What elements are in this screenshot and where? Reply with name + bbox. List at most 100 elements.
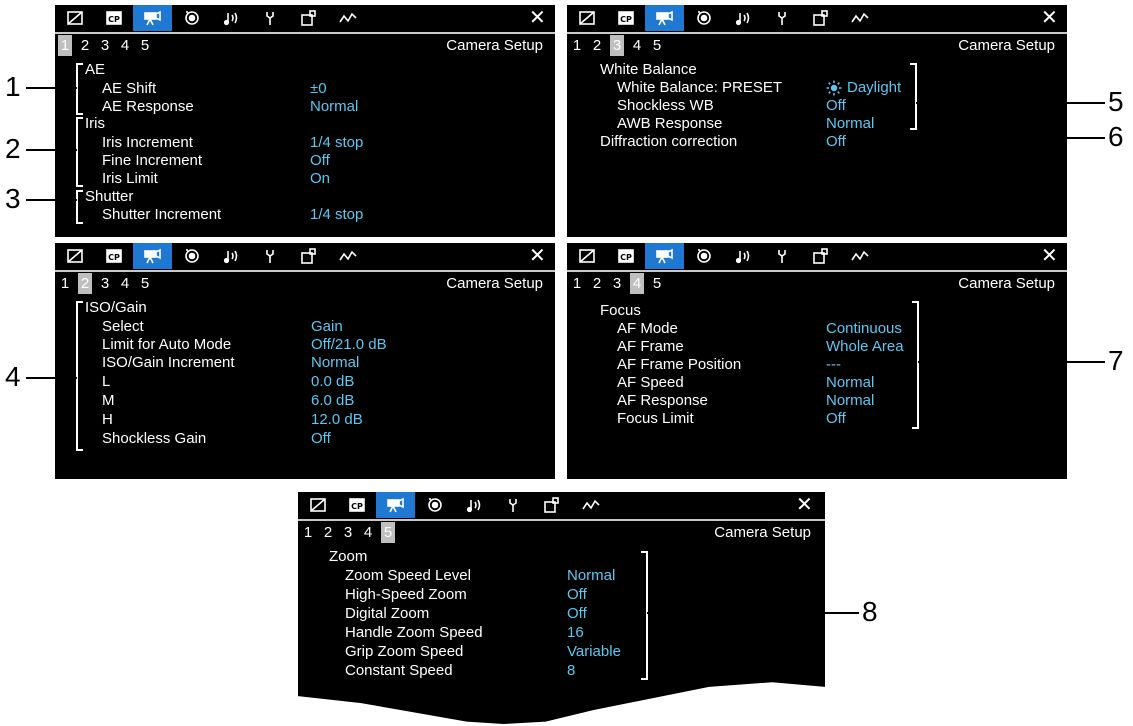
tab-network[interactable] xyxy=(840,5,879,31)
page-number-2[interactable]: 2 xyxy=(321,522,335,543)
setting-value[interactable]: Normal xyxy=(826,114,874,133)
tab-network[interactable] xyxy=(840,243,879,269)
page-number-5[interactable]: 5 xyxy=(650,273,664,294)
tab-assignable[interactable] xyxy=(289,243,328,269)
setting-label[interactable]: Fine Increment xyxy=(102,151,202,170)
setting-value[interactable]: Gain xyxy=(311,317,343,336)
tab-network[interactable] xyxy=(328,243,367,269)
setting-label[interactable]: H xyxy=(102,410,113,429)
tab-recording[interactable] xyxy=(172,5,211,31)
setting-label[interactable]: Diffraction correction xyxy=(600,132,737,151)
setting-label[interactable]: AE Response xyxy=(102,97,194,116)
page-number-3[interactable]: 3 xyxy=(610,35,624,56)
page-number-4[interactable]: 4 xyxy=(630,273,644,294)
tab-status[interactable] xyxy=(298,492,337,518)
setting-value[interactable]: 6.0 dB xyxy=(311,391,354,410)
close-icon[interactable]: ✕ xyxy=(529,7,546,29)
setting-label[interactable]: Shutter Increment xyxy=(102,205,221,224)
page-number-4[interactable]: 4 xyxy=(361,522,375,543)
tab-assignable[interactable] xyxy=(289,5,328,31)
close-icon[interactable]: ✕ xyxy=(796,494,813,516)
page-number-2[interactable]: 2 xyxy=(78,273,92,294)
setting-label[interactable]: Grip Zoom Speed xyxy=(345,642,463,661)
page-number-3[interactable]: 3 xyxy=(610,273,624,294)
setting-label[interactable]: Zoom Speed Level xyxy=(345,566,471,585)
setting-label[interactable]: M xyxy=(102,391,115,410)
setting-value[interactable]: 16 xyxy=(567,623,584,642)
setting-label[interactable]: Iris Limit xyxy=(102,169,158,188)
close-icon[interactable]: ✕ xyxy=(1041,245,1058,267)
page-number-5[interactable]: 5 xyxy=(381,522,395,543)
page-number-4[interactable]: 4 xyxy=(118,35,132,56)
tab-audio[interactable] xyxy=(211,243,250,269)
page-number-4[interactable]: 4 xyxy=(630,35,644,56)
tab-maintenance[interactable] xyxy=(250,5,289,31)
setting-label[interactable]: AF Frame Position xyxy=(617,355,741,374)
page-number-2[interactable]: 2 xyxy=(78,35,92,56)
tab-custom-picture[interactable]: CP xyxy=(94,243,133,269)
page-number-1[interactable]: 1 xyxy=(570,35,584,56)
page-number-5[interactable]: 5 xyxy=(650,35,664,56)
setting-value[interactable]: --- xyxy=(826,355,841,374)
tab-custom-picture[interactable]: CP xyxy=(94,5,133,31)
tab-network[interactable] xyxy=(571,492,610,518)
setting-label[interactable]: AF Response xyxy=(617,391,708,410)
page-number-1[interactable]: 1 xyxy=(570,273,584,294)
setting-value[interactable]: 1/4 stop xyxy=(310,133,363,152)
setting-value[interactable]: Off xyxy=(310,151,330,170)
setting-label[interactable]: AWB Response xyxy=(617,114,722,133)
setting-value[interactable]: Daylight xyxy=(847,78,901,97)
setting-value[interactable]: 1/4 stop xyxy=(310,205,363,224)
setting-label[interactable]: ISO/Gain Increment xyxy=(102,353,235,372)
tab-maintenance[interactable] xyxy=(762,243,801,269)
setting-label[interactable]: Digital Zoom xyxy=(345,604,429,623)
tab-assignable[interactable] xyxy=(801,5,840,31)
setting-label[interactable]: AE Shift xyxy=(102,79,156,98)
tab-camera[interactable] xyxy=(133,5,172,31)
close-icon[interactable]: ✕ xyxy=(529,245,546,267)
setting-value[interactable]: Off xyxy=(826,409,846,428)
setting-label[interactable]: Shockless Gain xyxy=(102,429,206,448)
page-number-2[interactable]: 2 xyxy=(590,35,604,56)
setting-value[interactable]: 8 xyxy=(567,661,575,680)
tab-maintenance[interactable] xyxy=(250,243,289,269)
setting-label[interactable]: L xyxy=(102,372,110,391)
tab-audio[interactable] xyxy=(211,5,250,31)
tab-camera[interactable] xyxy=(133,243,172,269)
setting-value[interactable]: Normal xyxy=(826,373,874,392)
close-icon[interactable]: ✕ xyxy=(1041,7,1058,29)
tab-audio[interactable] xyxy=(723,5,762,31)
tab-network[interactable] xyxy=(328,5,367,31)
setting-value[interactable]: Off xyxy=(826,96,846,115)
page-number-5[interactable]: 5 xyxy=(138,35,152,56)
setting-value[interactable]: On xyxy=(310,169,330,188)
setting-label[interactable]: Shockless WB xyxy=(617,96,714,115)
setting-value[interactable]: Variable xyxy=(567,642,621,661)
tab-custom-picture[interactable]: CP xyxy=(606,243,645,269)
tab-status[interactable] xyxy=(567,5,606,31)
page-number-3[interactable]: 3 xyxy=(98,273,112,294)
tab-recording[interactable] xyxy=(415,492,454,518)
tab-status[interactable] xyxy=(55,5,94,31)
setting-value[interactable]: Off xyxy=(826,132,846,151)
setting-label[interactable]: Select xyxy=(102,317,144,336)
setting-label[interactable]: AF Frame xyxy=(617,337,684,356)
setting-label[interactable]: White Balance: PRESET xyxy=(617,78,782,97)
tab-maintenance[interactable] xyxy=(762,5,801,31)
setting-value[interactable]: Normal xyxy=(567,566,615,585)
page-number-5[interactable]: 5 xyxy=(138,273,152,294)
setting-label[interactable]: AF Mode xyxy=(617,319,678,338)
page-number-1[interactable]: 1 xyxy=(58,273,72,294)
setting-label[interactable]: AF Speed xyxy=(617,373,684,392)
setting-label[interactable]: Iris Increment xyxy=(102,133,193,152)
setting-value[interactable]: Normal xyxy=(826,391,874,410)
tab-audio[interactable] xyxy=(723,243,762,269)
setting-value[interactable]: Normal xyxy=(310,97,358,116)
tab-recording[interactable] xyxy=(684,5,723,31)
tab-camera[interactable] xyxy=(645,243,684,269)
setting-value[interactable]: Continuous xyxy=(826,319,902,338)
tab-recording[interactable] xyxy=(172,243,211,269)
tab-status[interactable] xyxy=(567,243,606,269)
setting-value[interactable]: Normal xyxy=(311,353,359,372)
page-number-3[interactable]: 3 xyxy=(341,522,355,543)
